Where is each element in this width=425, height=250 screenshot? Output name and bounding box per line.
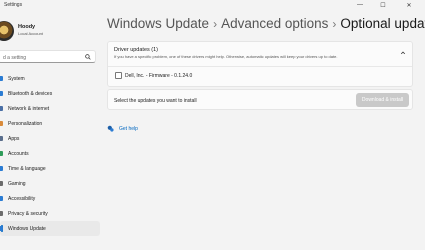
brush-icon: [0, 121, 3, 126]
sidebar-item-network[interactable]: Network & internet: [0, 101, 100, 116]
breadcrumb-separator: ›: [332, 17, 337, 31]
network-icon: [0, 106, 3, 111]
driver-updates-description: If you have a specific problem, one of t…: [114, 54, 338, 59]
minimize-button[interactable]: —: [352, 0, 368, 10]
breadcrumb-advanced-options[interactable]: Advanced options: [221, 16, 328, 31]
install-prompt: Select the updates you want to install: [114, 98, 197, 104]
sidebar-item-privacy[interactable]: Privacy & security: [0, 206, 100, 221]
get-help-link[interactable]: Get help: [107, 125, 138, 132]
system-icon: [0, 76, 3, 81]
sidebar-item-gaming[interactable]: Gaming: [0, 176, 100, 191]
sidebar-item-label: System: [8, 75, 25, 82]
update-icon: [0, 226, 3, 231]
driver-checkbox[interactable]: [115, 72, 122, 79]
sidebar-item-label: Bluetooth & devices: [8, 90, 53, 97]
breadcrumb-windows-update[interactable]: Windows Update: [107, 16, 209, 31]
title-bar: Settings — ☐ ✕: [0, 0, 425, 12]
sidebar-item-accounts[interactable]: Accounts: [0, 146, 100, 161]
sidebar-item-apps[interactable]: Apps: [0, 131, 100, 146]
clock-icon: [0, 166, 3, 171]
sidebar-nav: System Bluetooth & devices Network & int…: [0, 71, 100, 236]
page-title: Optional updates: [340, 16, 425, 31]
close-button[interactable]: ✕: [401, 0, 417, 10]
shield-icon: [0, 211, 3, 216]
apps-icon: [0, 136, 3, 141]
divider: [108, 66, 412, 67]
accounts-icon: [0, 151, 3, 156]
sidebar-item-label: Accessibility: [8, 195, 36, 202]
driver-item-label: Dell, Inc. - Firmware - 0.1.24.0: [125, 73, 193, 79]
sidebar-item-label: Network & internet: [8, 105, 50, 112]
search-placeholder: d a setting: [3, 54, 27, 61]
install-card: Select the updates you want to install D…: [107, 89, 413, 110]
app-title: Settings: [4, 2, 23, 8]
account-type: Local Account: [18, 31, 43, 36]
gamepad-icon: [0, 181, 3, 186]
bluetooth-icon: [0, 91, 3, 96]
sidebar-item-label: Windows Update: [8, 225, 46, 232]
sidebar-item-windows-update[interactable]: Windows Update: [0, 221, 100, 236]
sidebar-item-label: Time & language: [8, 165, 46, 172]
sidebar-item-accessibility[interactable]: Accessibility: [0, 191, 100, 206]
maximize-button[interactable]: ☐: [375, 0, 391, 10]
sidebar: Hoody Local Account d a setting System B…: [0, 12, 100, 250]
driver-updates-title: Driver updates (1): [114, 47, 159, 53]
breadcrumb-separator: ›: [213, 17, 218, 31]
avatar[interactable]: [0, 21, 14, 41]
sidebar-item-label: Privacy & security: [8, 210, 48, 217]
sidebar-item-label: Accounts: [8, 150, 29, 157]
sidebar-item-personalization[interactable]: Personalization: [0, 116, 100, 131]
sidebar-item-label: Apps: [8, 135, 20, 142]
breadcrumb: Windows Update › Advanced options › Optional…: [107, 16, 425, 31]
help-icon: [107, 125, 114, 132]
sidebar-item-label: Gaming: [8, 180, 26, 187]
user-name: Hoody: [18, 24, 36, 30]
driver-updates-card: Driver updates (1) If you have a specifi…: [107, 41, 413, 87]
download-install-button[interactable]: Download & install: [356, 93, 409, 107]
search-icon: [85, 54, 91, 60]
accessibility-icon: [0, 196, 3, 201]
get-help-label: Get help: [119, 125, 138, 132]
sidebar-item-time-language[interactable]: Time & language: [0, 161, 100, 176]
search-input[interactable]: d a setting: [0, 50, 96, 63]
sidebar-item-bluetooth[interactable]: Bluetooth & devices: [0, 86, 100, 101]
chevron-up-icon[interactable]: [400, 50, 406, 56]
sidebar-item-system[interactable]: System: [0, 71, 100, 86]
sidebar-item-label: Personalization: [8, 120, 43, 127]
